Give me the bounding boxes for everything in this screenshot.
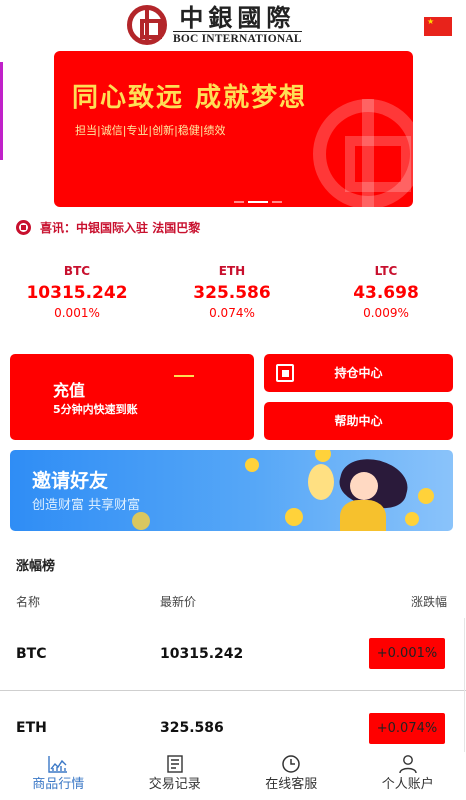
flag-star: ★ — [427, 17, 435, 26]
column-header-name: 名称 — [16, 595, 41, 609]
tab-trade-records[interactable]: 交易记录 — [117, 752, 234, 800]
girl-face-illustration — [350, 472, 378, 500]
banner-watermark-icon — [313, 99, 413, 207]
ticker-symbol: ETH — [218, 264, 246, 278]
tab-label: 在线客服 — [265, 777, 318, 792]
ticker-ltc[interactable]: LTC 43.698 0.009% — [311, 264, 461, 320]
row-price: 10315.242 — [160, 646, 244, 662]
ticker-change: 0.001% — [54, 306, 100, 320]
clock-icon — [282, 755, 300, 773]
boc-emblem-icon — [127, 5, 167, 45]
help-center-label: 帮助中心 — [334, 414, 383, 428]
recharge-accent-line — [174, 375, 194, 377]
ticker-change: 0.074% — [209, 306, 255, 320]
scroll-edge — [464, 618, 465, 758]
carousel-dot[interactable] — [272, 201, 282, 203]
invite-title: 邀请好友 — [32, 470, 109, 492]
ticker-eth[interactable]: ETH 325.586 0.074% — [157, 264, 307, 320]
news-ticker[interactable]: 喜讯： 中银国际入驻 法国巴黎 — [16, 219, 200, 236]
tab-label: 商品行情 — [32, 777, 85, 792]
user-icon — [399, 755, 417, 773]
girl-body-illustration — [340, 500, 386, 531]
boc-logo[interactable]: 中銀國際 BOC INTERNATIONAL — [127, 5, 302, 45]
logo-chinese: 中銀國際 — [179, 3, 296, 32]
invite-friends-banner[interactable]: 邀请好友 创造财富 共享财富 — [10, 450, 453, 531]
promo-banner[interactable]: 同心致远 成就梦想 担当|诚信|专业|创新|稳健|绩效 — [54, 51, 413, 207]
coin-icon — [405, 512, 419, 526]
recharge-title: 充值 — [53, 381, 86, 400]
ticker-price: 10315.242 — [26, 283, 128, 303]
tab-online-service[interactable]: 在线客服 — [233, 752, 350, 800]
tab-market[interactable]: 商品行情 — [0, 752, 117, 800]
logo-english: BOC INTERNATIONAL — [173, 31, 302, 45]
china-flag-icon[interactable]: ★ — [424, 17, 452, 36]
position-center-label: 持仓中心 — [334, 366, 383, 380]
row-symbol: ETH — [16, 720, 47, 736]
invite-subtitle: 创造财富 共享财富 — [32, 498, 141, 513]
news-label: 喜讯： — [40, 221, 77, 235]
row-change-badge: +0.001% — [369, 638, 445, 669]
ranking-title: 涨幅榜 — [16, 559, 56, 574]
position-center-button[interactable]: 持仓中心 — [264, 354, 453, 392]
ticker-price: 43.698 — [353, 283, 419, 303]
bottom-tab-bar: 商品行情 交易记录 在线客服 个人账户 — [0, 752, 466, 800]
chart-icon — [48, 756, 68, 773]
coin-icon — [315, 450, 331, 462]
tab-account[interactable]: 个人账户 — [350, 752, 466, 800]
column-header-change: 涨跌幅 — [410, 595, 447, 609]
ticker-change: 0.009% — [363, 306, 409, 320]
carousel-dot-active[interactable] — [248, 201, 268, 203]
logo-text: 中銀國際 BOC INTERNATIONAL — [173, 5, 302, 45]
recharge-button[interactable]: 充值 5分钟内快速到账 — [10, 354, 254, 440]
tab-label: 个人账户 — [381, 777, 434, 792]
news-text[interactable]: 中银国际入驻 法国巴黎 — [76, 219, 200, 236]
ticker-symbol: BTC — [63, 264, 91, 278]
row-change-badge: +0.074% — [369, 713, 445, 744]
row-symbol: BTC — [16, 646, 47, 662]
row-price: 325.586 — [160, 720, 224, 736]
help-center-button[interactable]: 帮助中心 — [264, 402, 453, 440]
coin-icon — [132, 512, 150, 530]
row-divider — [0, 690, 466, 691]
recharge-subtitle: 5分钟内快速到账 — [53, 403, 138, 416]
announcement-icon — [16, 220, 31, 235]
coin-icon — [418, 488, 434, 504]
tab-label: 交易记录 — [148, 777, 201, 792]
balloon-illustration — [308, 464, 334, 500]
header: 中銀國際 BOC INTERNATIONAL ★ — [0, 0, 466, 50]
coin-icon — [245, 458, 259, 472]
ticker-symbol: LTC — [374, 264, 398, 278]
carousel-dots[interactable] — [234, 201, 282, 203]
ticker-price: 325.586 — [193, 283, 271, 303]
carousel-dot[interactable] — [234, 201, 244, 203]
column-header-price: 最新价 — [160, 595, 197, 609]
banner-title: 同心致远 成就梦想 — [72, 83, 308, 113]
position-icon — [276, 364, 294, 382]
banner-subtitle: 担当|诚信|专业|创新|稳健|绩效 — [75, 124, 226, 137]
document-icon — [167, 755, 183, 773]
left-accent-bar — [0, 62, 3, 160]
coin-icon — [285, 508, 303, 526]
ticker-btc[interactable]: BTC 10315.242 0.001% — [2, 264, 152, 320]
